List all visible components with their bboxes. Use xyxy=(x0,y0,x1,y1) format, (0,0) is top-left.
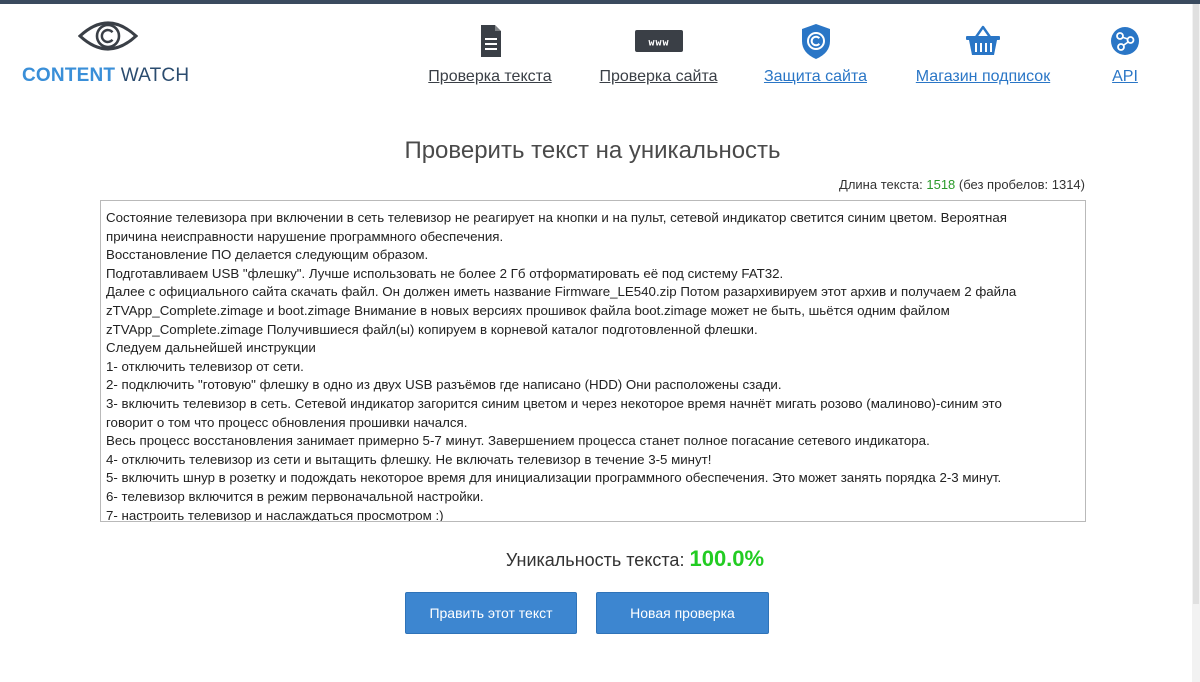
basket-icon xyxy=(966,25,1000,55)
text-line: zTVApp_Complete.zimage Получившиеся файл… xyxy=(106,321,758,337)
text-line: Следуем дальнейшей инструкции xyxy=(106,340,316,356)
text-line: Восстановление ПО делается следующим обр… xyxy=(106,247,429,263)
text-line: 6- телевизор включится в режим первонача… xyxy=(106,488,484,504)
text-line: 1- отключить телевизор от сети. xyxy=(106,358,304,374)
api-share-icon xyxy=(1111,27,1139,55)
text-length-no-spaces: (без пробелов: 1314) xyxy=(958,177,1085,192)
nav-item-subscription-shop[interactable]: Магазин подписок xyxy=(903,18,1063,88)
nav-label: Проверка текста xyxy=(428,68,552,85)
top-strip xyxy=(0,0,1200,4)
new-check-button[interactable]: Новая проверка xyxy=(596,592,769,634)
nav-item-text-check[interactable]: Проверка текста xyxy=(420,18,560,88)
text-length-label: Длина текста: xyxy=(839,177,923,192)
text-line: 5- включить шнур в розетку и подождать н… xyxy=(106,470,1002,486)
page-scrollbar[interactable] xyxy=(1192,4,1200,682)
nav-label: Проверка сайта xyxy=(599,68,718,85)
page-title: Проверить текст на уникальность xyxy=(404,137,781,164)
shield-copyright-icon xyxy=(801,24,830,59)
www-icon-text: www xyxy=(648,38,669,49)
nav-label: Магазин подписок xyxy=(915,68,1051,85)
text-length-info: Длина текста: 1518 (без пробелов: 1314) xyxy=(839,177,1085,192)
www-icon: www xyxy=(634,30,683,52)
text-line: 7- настроить телевизор и наслаждаться пр… xyxy=(106,507,444,522)
text-line: 3- включить телевизор в сеть. Сетевой ин… xyxy=(106,395,1002,411)
text-line: 4- отключить телевизор из сети и вытащит… xyxy=(106,451,712,467)
text-line: говорит о том что процесс обновления про… xyxy=(106,414,468,430)
logo-text: CONTENT WATCH xyxy=(22,65,189,87)
document-icon xyxy=(481,25,501,57)
text-line: Состояние телевизора при включении в сет… xyxy=(106,210,1007,225)
scrollbar-thumb[interactable] xyxy=(1193,4,1199,604)
text-content-area[interactable]: Состояние телевизора при включении в сет… xyxy=(100,200,1086,522)
text-line: 2- подключить "готовую" флешку в одно из… xyxy=(106,377,782,393)
logo-text-watch: WATCH xyxy=(120,65,190,86)
text-line: Далее с официального сайта скачать файл.… xyxy=(106,284,1017,300)
nav-label: API xyxy=(1112,68,1138,85)
logo[interactable]: CONTENT WATCH xyxy=(22,16,192,90)
logo-text-content: CONTENT xyxy=(22,65,116,86)
uniqueness-result: Уникальность текста: 100.0% xyxy=(0,546,1200,572)
nav-item-api[interactable]: API xyxy=(1100,18,1150,88)
text-line: Подготавливаем USB "флешку". Лучше испол… xyxy=(106,265,784,281)
text-line: причина неисправности нарушение программ… xyxy=(106,228,504,244)
uniqueness-value: 100.0% xyxy=(689,546,765,571)
edit-text-button[interactable]: Править этот текст xyxy=(405,592,577,634)
eye-copyright-icon xyxy=(78,21,138,51)
uniqueness-label: Уникальность текста: xyxy=(505,550,685,570)
nav-label: Защита сайта xyxy=(763,68,868,85)
text-length-value: 1518 xyxy=(926,177,956,192)
text-line: Весь процесс восстановления занимает при… xyxy=(106,433,930,449)
text-line: zTVApp_Complete.zimage и boot.zimage Вни… xyxy=(106,302,950,318)
nav-item-site-protection[interactable]: Защита сайта xyxy=(757,18,874,88)
nav-item-site-check[interactable]: www Проверка сайта xyxy=(590,18,727,88)
